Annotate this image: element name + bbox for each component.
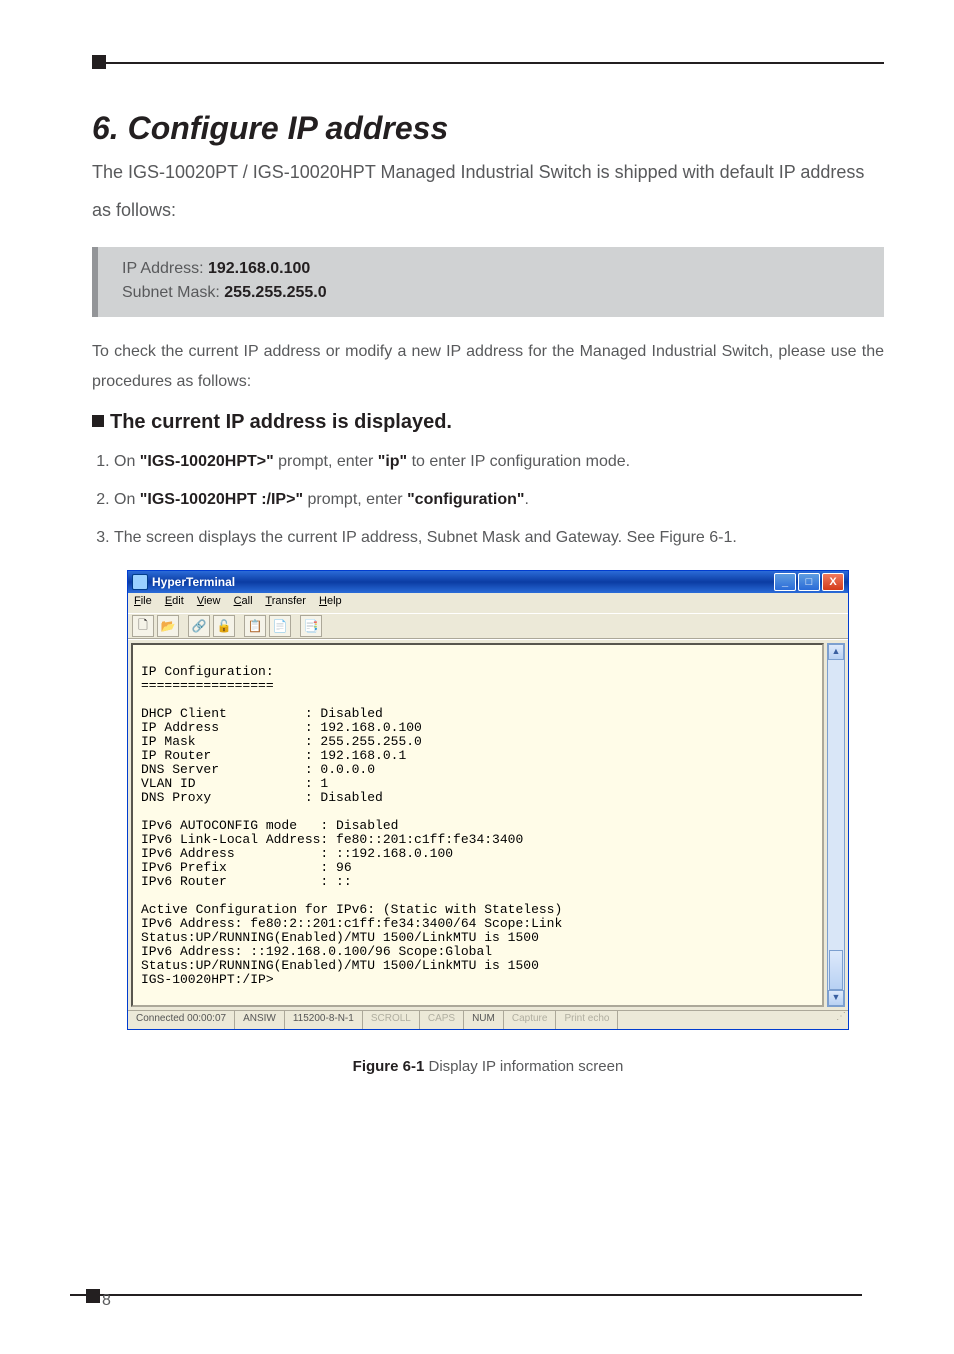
menu-file[interactable]: File xyxy=(134,595,152,607)
menu-edit[interactable]: Edit xyxy=(165,595,184,607)
status-caps: CAPS xyxy=(420,1011,464,1029)
scroll-down-icon[interactable]: ▼ xyxy=(828,990,844,1006)
toolbar-receive-icon[interactable]: 📄 xyxy=(269,615,291,637)
toolbar-new-icon[interactable]: 🗋 xyxy=(132,615,154,637)
window-title: HyperTerminal xyxy=(152,575,772,589)
step-1: On "IGS-10020HPT>" prompt, enter "ip" to… xyxy=(114,444,884,480)
step-2: On "IGS-10020HPT :/IP>" prompt, enter "c… xyxy=(114,482,884,518)
figure-caption-text: Display IP information screen xyxy=(424,1058,623,1075)
status-capture: Capture xyxy=(504,1011,557,1029)
status-terminal: ANSIW xyxy=(235,1011,285,1029)
mask-value: 255.255.255.0 xyxy=(224,284,326,301)
step-1-cmd: "ip" xyxy=(378,453,407,470)
window-titlebar[interactable]: HyperTerminal _ □ X xyxy=(128,571,848,593)
step-1-prompt: "IGS-10020HPT>" xyxy=(140,453,274,470)
menu-help[interactable]: Help xyxy=(319,595,342,607)
header-rule xyxy=(92,62,884,64)
menu-bar: File Edit View Call Transfer Help xyxy=(128,593,848,613)
status-printecho: Print echo xyxy=(556,1011,618,1029)
resize-grip-icon[interactable]: ⋰ xyxy=(830,1011,848,1029)
header-square-icon xyxy=(92,55,106,69)
procedure-intro: To check the current IP address or modif… xyxy=(92,337,884,397)
status-bar: Connected 00:00:07 ANSIW 115200-8-N-1 SC… xyxy=(128,1010,848,1029)
status-port: 115200-8-N-1 xyxy=(285,1011,363,1029)
status-connected: Connected 00:00:07 xyxy=(128,1011,235,1029)
subheading: The current IP address is displayed. xyxy=(92,411,884,434)
scroll-thumb[interactable] xyxy=(829,950,843,990)
footer-square-icon xyxy=(86,1289,100,1303)
toolbar-connect-icon[interactable]: 🔗 xyxy=(188,615,210,637)
close-button[interactable]: X xyxy=(822,573,844,591)
toolbar: 🗋 📂 🔗 🔓 📋 📄 📑 xyxy=(128,613,848,639)
toolbar-properties-icon[interactable]: 📑 xyxy=(300,615,322,637)
vertical-scrollbar[interactable]: ▲ ▼ xyxy=(827,643,845,1007)
ip-value: 192.168.0.100 xyxy=(208,260,310,277)
figure-label: Figure 6-1 xyxy=(353,1058,425,1075)
menu-view[interactable]: View xyxy=(197,595,221,607)
maximize-button[interactable]: □ xyxy=(798,573,820,591)
page-content: 6. Configure IP address The IGS-10020PT … xyxy=(92,110,884,1090)
hyperterminal-window: HyperTerminal _ □ X File Edit View Call … xyxy=(127,570,849,1030)
step-2-prompt: "IGS-10020HPT :/IP>" xyxy=(140,491,303,508)
scroll-up-icon[interactable]: ▲ xyxy=(828,644,844,660)
terminal-output[interactable]: IP Configuration: ================= DHCP… xyxy=(131,643,824,1007)
status-scroll: SCROLL xyxy=(363,1011,420,1029)
terminal-body: IP Configuration: ================= DHCP… xyxy=(128,639,848,1010)
step-2-text-c: prompt, enter xyxy=(303,491,407,508)
mask-label: Subnet Mask: xyxy=(122,284,224,301)
intro-paragraph: The IGS-10020PT / IGS-10020HPT Managed I… xyxy=(92,153,884,229)
minimize-button[interactable]: _ xyxy=(774,573,796,591)
step-2-text-a: On xyxy=(114,491,140,508)
status-num: NUM xyxy=(464,1011,504,1029)
scroll-track[interactable] xyxy=(829,660,843,990)
app-icon xyxy=(132,574,148,590)
toolbar-open-icon[interactable]: 📂 xyxy=(157,615,179,637)
step-2-cmd: "configuration" xyxy=(407,491,524,508)
page-number: 8 xyxy=(102,1292,111,1310)
step-3: The screen displays the current IP addre… xyxy=(114,520,884,556)
menu-transfer[interactable]: Transfer xyxy=(265,595,306,607)
toolbar-disconnect-icon[interactable]: 🔓 xyxy=(213,615,235,637)
footer-rule xyxy=(70,1294,862,1296)
default-ip-box: IP Address: 192.168.0.100 Subnet Mask: 2… xyxy=(92,247,884,317)
figure-caption: Figure 6-1 Display IP information screen xyxy=(92,1058,884,1075)
default-mask-line: Subnet Mask: 255.255.255.0 xyxy=(122,281,860,305)
step-1-text-e: to enter IP configuration mode. xyxy=(407,453,630,470)
ip-label: IP Address: xyxy=(122,260,208,277)
default-ip-line: IP Address: 192.168.0.100 xyxy=(122,257,860,281)
step-1-text-c: prompt, enter xyxy=(274,453,378,470)
toolbar-send-icon[interactable]: 📋 xyxy=(244,615,266,637)
bullet-square-icon xyxy=(92,415,104,427)
menu-call[interactable]: Call xyxy=(234,595,253,607)
section-title: 6. Configure IP address xyxy=(92,110,884,147)
step-2-text-e: . xyxy=(524,491,528,508)
document-page: 6. Configure IP address The IGS-10020PT … xyxy=(0,0,954,1354)
subheading-text: The current IP address is displayed. xyxy=(110,411,452,433)
step-1-text-a: On xyxy=(114,453,140,470)
steps-list: On "IGS-10020HPT>" prompt, enter "ip" to… xyxy=(92,444,884,556)
